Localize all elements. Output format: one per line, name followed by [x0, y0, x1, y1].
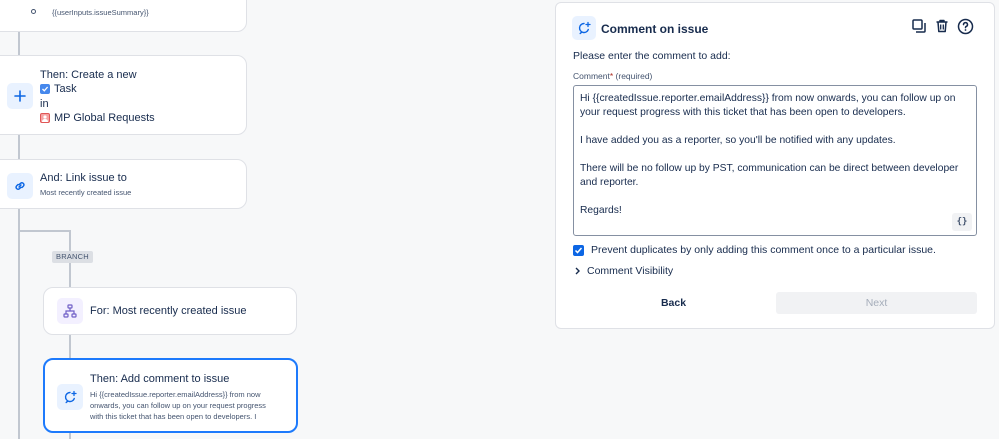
required-text: (required) — [615, 71, 653, 81]
comment-paragraph: Hi {{createdIssue.reporter.emailAddress}… — [580, 93, 959, 118]
add-comment-card[interactable]: Then: Add comment to issue Hi {{createdI… — [43, 358, 298, 433]
link-card-title: And: Link issue to — [40, 172, 127, 184]
comment-card-preview-line: with this ticket that has been open to d… — [90, 412, 257, 421]
comment-visibility-toggle[interactable]: Comment Visibility — [574, 265, 673, 277]
issue-type-label: Task — [54, 83, 77, 95]
bullet-icon — [31, 9, 36, 14]
connector-line — [69, 334, 71, 360]
prevent-duplicates-row[interactable]: Prevent duplicates by only adding this c… — [573, 244, 936, 256]
for-branch-card[interactable]: For: Most recently created issue — [43, 287, 297, 335]
comment-paragraph: There will be no follow up by PST, commu… — [580, 163, 962, 188]
trash-icon[interactable] — [933, 17, 951, 35]
issue-type-row: Task — [40, 83, 77, 95]
connector-line — [18, 134, 20, 160]
next-button[interactable]: Next — [776, 292, 977, 314]
required-mark: * — [609, 71, 614, 81]
connector-line — [18, 230, 70, 232]
project-name: MP Global Requests — [54, 112, 155, 124]
summary-variable: {{userInputs.issueSummary}} — [52, 8, 149, 17]
branch-icon — [57, 298, 83, 324]
comment-paragraph: Regards! — [580, 205, 622, 216]
comment-add-icon — [572, 16, 596, 40]
smart-value-button[interactable]: {} — [952, 213, 972, 231]
create-card-title: Then: Create a new — [40, 69, 137, 81]
comment-card-preview-line: onwards, you can follow up on your reque… — [90, 401, 266, 410]
plus-icon — [7, 83, 33, 109]
comment-config-panel: Comment on issue Please enter the commen… — [555, 2, 995, 329]
create-issue-card[interactable]: Then: Create a new Task in MP Global Req… — [0, 55, 247, 135]
comment-textarea[interactable]: Hi {{createdIssue.reporter.emailAddress}… — [573, 85, 977, 236]
comment-card-preview-line: Hi {{createdIssue.reporter.emailAddress}… — [90, 390, 261, 399]
panel-prompt: Please enter the comment to add: — [573, 50, 731, 62]
link-icon — [7, 173, 33, 199]
in-label: in — [40, 98, 49, 110]
field-label-text: Comment — [573, 71, 610, 81]
connector-line — [18, 208, 20, 439]
comment-card-title: Then: Add comment to issue — [90, 373, 230, 385]
panel-title: Comment on issue — [601, 22, 709, 36]
branch-label: BRANCH — [52, 251, 93, 263]
comment-add-icon — [57, 384, 83, 410]
comment-visibility-label: Comment Visibility — [587, 265, 674, 277]
chevron-right-icon — [575, 267, 580, 275]
project-row: MP Global Requests — [40, 112, 155, 124]
project-avatar-icon — [40, 113, 50, 123]
link-card-subtitle: Most recently created issue — [40, 188, 132, 197]
task-icon — [40, 84, 50, 94]
link-issue-card[interactable]: And: Link issue to Most recently created… — [0, 159, 247, 209]
user-input-card[interactable]: {{userInputs.issueSummary}} — [0, 0, 247, 32]
back-button[interactable]: Back — [573, 292, 774, 314]
checkbox-checked-icon[interactable] — [573, 244, 584, 256]
for-card-title: For: Most recently created issue — [90, 305, 247, 317]
help-icon[interactable] — [956, 17, 974, 35]
comment-field-label: Comment* (required) — [573, 71, 652, 81]
comment-paragraph: I have added you as a reporter, so you'l… — [580, 135, 896, 146]
duplicate-icon[interactable] — [910, 17, 928, 35]
prevent-duplicates-label: Prevent duplicates by only adding this c… — [591, 244, 936, 256]
